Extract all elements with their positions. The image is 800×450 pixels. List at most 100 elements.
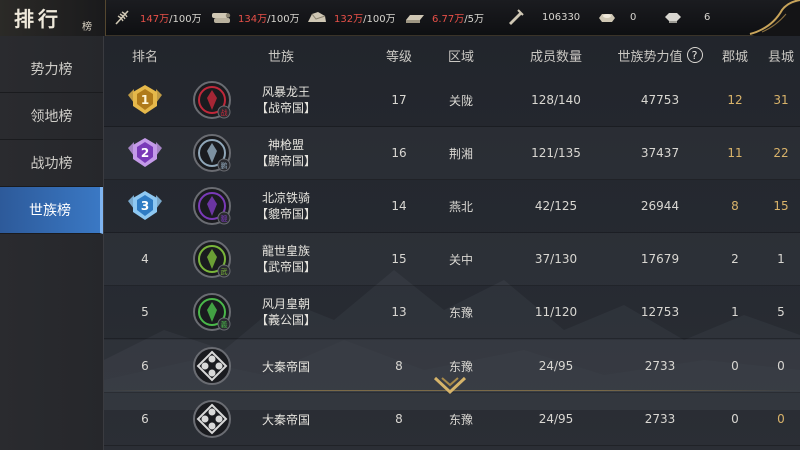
- xian-cell: 22: [773, 146, 789, 160]
- header-region[interactable]: 区域: [422, 36, 500, 74]
- clan-cell[interactable]: 鹏 神枪盟 【鹏帝国】: [186, 127, 376, 179]
- clan-cell[interactable]: 大秦帝国: [186, 393, 376, 445]
- sidebar-item-power[interactable]: 势力榜: [0, 46, 103, 93]
- svg-text:3: 3: [141, 199, 149, 213]
- table-row[interactable]: 6 大秦帝国 8 东豫 24/95 2733 0 0: [104, 393, 800, 446]
- sidebar-item-merit[interactable]: 战功榜: [0, 140, 103, 187]
- resource-wood: 134万/100万: [210, 0, 300, 34]
- clan-emblem-icon: 貔: [193, 187, 231, 225]
- header-members[interactable]: 成员数量: [500, 36, 612, 74]
- clan-title: 大秦帝国: [261, 412, 310, 427]
- table-row[interactable]: 5 義 风月皇朝【義公国】 13 东豫 11/120 12753 1 5: [104, 286, 800, 339]
- region-cell: 东豫: [448, 305, 473, 320]
- clan-emblem-icon: 鹏: [193, 134, 231, 172]
- table-row[interactable]: 1 战 风暴龙王 【战帝国】 17 关陇 128/140 47753 12 31: [104, 74, 800, 127]
- help-icon[interactable]: ?: [686, 47, 703, 63]
- header-rank[interactable]: 排名: [104, 36, 186, 74]
- rank-cell: 6: [104, 340, 186, 392]
- clan-cell[interactable]: 義 风月皇朝【義公国】: [186, 286, 376, 338]
- level-cell: 8: [395, 412, 403, 426]
- clan-name: 风月皇朝 【義公国】: [246, 296, 326, 328]
- level-cell: 17: [391, 93, 407, 107]
- clan-emblem-icon: 義: [193, 293, 231, 331]
- members-cell: 24/95: [538, 359, 574, 373]
- clan-emblem-icon: [193, 347, 231, 385]
- ranking-title-box: 排行 榜: [0, 0, 106, 36]
- wheat-icon: [112, 8, 134, 26]
- members-cell: 11/120: [534, 305, 578, 319]
- members-cell: 42/125: [534, 199, 578, 213]
- clan-state: 【战帝国】: [255, 101, 316, 115]
- rank-number: 6: [141, 359, 149, 373]
- xian-cell: 5: [777, 305, 785, 319]
- rank-cell: 2: [104, 127, 186, 179]
- rank-badge-icon: 1: [128, 85, 162, 114]
- members-cell: 24/95: [538, 412, 574, 426]
- clan-name: 神枪盟 【鹏帝国】: [246, 137, 326, 169]
- level-cell: 13: [391, 305, 407, 319]
- clan-cell[interactable]: 武 龍世皇族 【武帝国】: [186, 233, 376, 285]
- members-cell: 37/130: [534, 252, 578, 266]
- rank-badge-icon: 2: [128, 138, 162, 167]
- clan-emblem-icon: [193, 400, 231, 438]
- clan-state: 【義公国】: [255, 313, 316, 327]
- clan-title: 龍世皇族: [261, 244, 310, 258]
- top-resource-bar: 排行 榜 147万/100万 134万/100万 132万/100万 6.77万…: [0, 0, 800, 36]
- clan-cell[interactable]: 大秦帝国: [186, 340, 376, 392]
- header-clan[interactable]: 世族: [186, 36, 376, 74]
- header-jun[interactable]: 郡城: [708, 36, 762, 74]
- table-row[interactable]: 2 鹏 神枪盟 【鹏帝国】 16 荆湘 121/135 37437 11 22: [104, 127, 800, 180]
- sidebar-item-territory[interactable]: 领地榜: [0, 93, 103, 140]
- clan-name: 风暴龙王 【战帝国】: [246, 84, 326, 116]
- svg-text:義: 義: [221, 320, 228, 329]
- clan-emblem-icon: 战: [193, 81, 231, 119]
- ranking-table: 排名 世族 等级 区域 成员数量 世族势力值 ? 郡城 县城 1 战 风暴龙王 【战帝…: [104, 36, 800, 450]
- copper-icon: [504, 8, 526, 26]
- svg-text:武: 武: [221, 267, 228, 276]
- level-cell: 16: [391, 146, 407, 160]
- sidebar-item-clan[interactable]: 世族榜: [0, 187, 103, 234]
- resource-iron: 6.77万/5万: [404, 0, 484, 34]
- rank-cell: 4: [104, 233, 186, 285]
- power-cell: 47753: [640, 93, 680, 107]
- jun-cell: 1: [731, 305, 739, 319]
- stone-icon: [306, 8, 328, 26]
- rank-number: 5: [141, 305, 149, 319]
- svg-text:1: 1: [141, 93, 149, 107]
- power-cell: 12753: [640, 305, 680, 319]
- region-cell: 燕北: [448, 199, 473, 214]
- rank-number: 6: [141, 412, 149, 426]
- region-cell: 关陇: [448, 93, 473, 108]
- clan-name: 龍世皇族 【武帝国】: [246, 243, 326, 275]
- svg-text:貔: 貔: [221, 214, 228, 223]
- region-cell: 东豫: [448, 412, 473, 427]
- scroll-down-chevron-icon[interactable]: [433, 376, 467, 396]
- members-cell: 128/140: [531, 93, 581, 107]
- clan-title: 神枪盟: [267, 138, 304, 152]
- clan-cell[interactable]: 战 风暴龙王 【战帝国】: [186, 74, 376, 126]
- power-cell: 2733: [644, 359, 676, 373]
- clan-cell[interactable]: 貔 北凉铁骑 【貔帝国】: [186, 180, 376, 232]
- header-xian[interactable]: 县城: [762, 36, 800, 74]
- xian-cell: 31: [773, 93, 789, 107]
- region-cell: 关中: [448, 252, 473, 267]
- table-row[interactable]: 4 武 龍世皇族 【武帝国】 15 关中 37/130 17679 2 1: [104, 233, 800, 286]
- jun-cell: 0: [731, 359, 739, 373]
- table-row[interactable]: 3 貔 北凉铁骑 【貔帝国】 14 燕北 42/125 26944 8 15: [104, 180, 800, 233]
- clan-state: 【貔帝国】: [255, 207, 316, 221]
- ranking-sidebar: 势力榜 领地榜 战功榜 世族榜: [0, 36, 104, 450]
- jun-cell: 8: [731, 199, 739, 213]
- header-power[interactable]: 世族势力值 ?: [612, 36, 708, 74]
- rank-badge-icon: 3: [128, 191, 162, 220]
- xian-cell: 0: [777, 412, 785, 426]
- xian-cell: 0: [777, 359, 785, 373]
- clan-state: 【鹏帝国】: [255, 154, 316, 168]
- power-cell: 17679: [640, 252, 680, 266]
- level-cell: 15: [391, 252, 407, 266]
- page-title-sub: 榜: [82, 22, 92, 33]
- clan-title: 风月皇朝: [261, 297, 310, 311]
- wood-icon: [210, 8, 232, 26]
- svg-text:2: 2: [141, 146, 149, 160]
- clan-emblem-icon: 武: [193, 240, 231, 278]
- header-level[interactable]: 等级: [376, 36, 422, 74]
